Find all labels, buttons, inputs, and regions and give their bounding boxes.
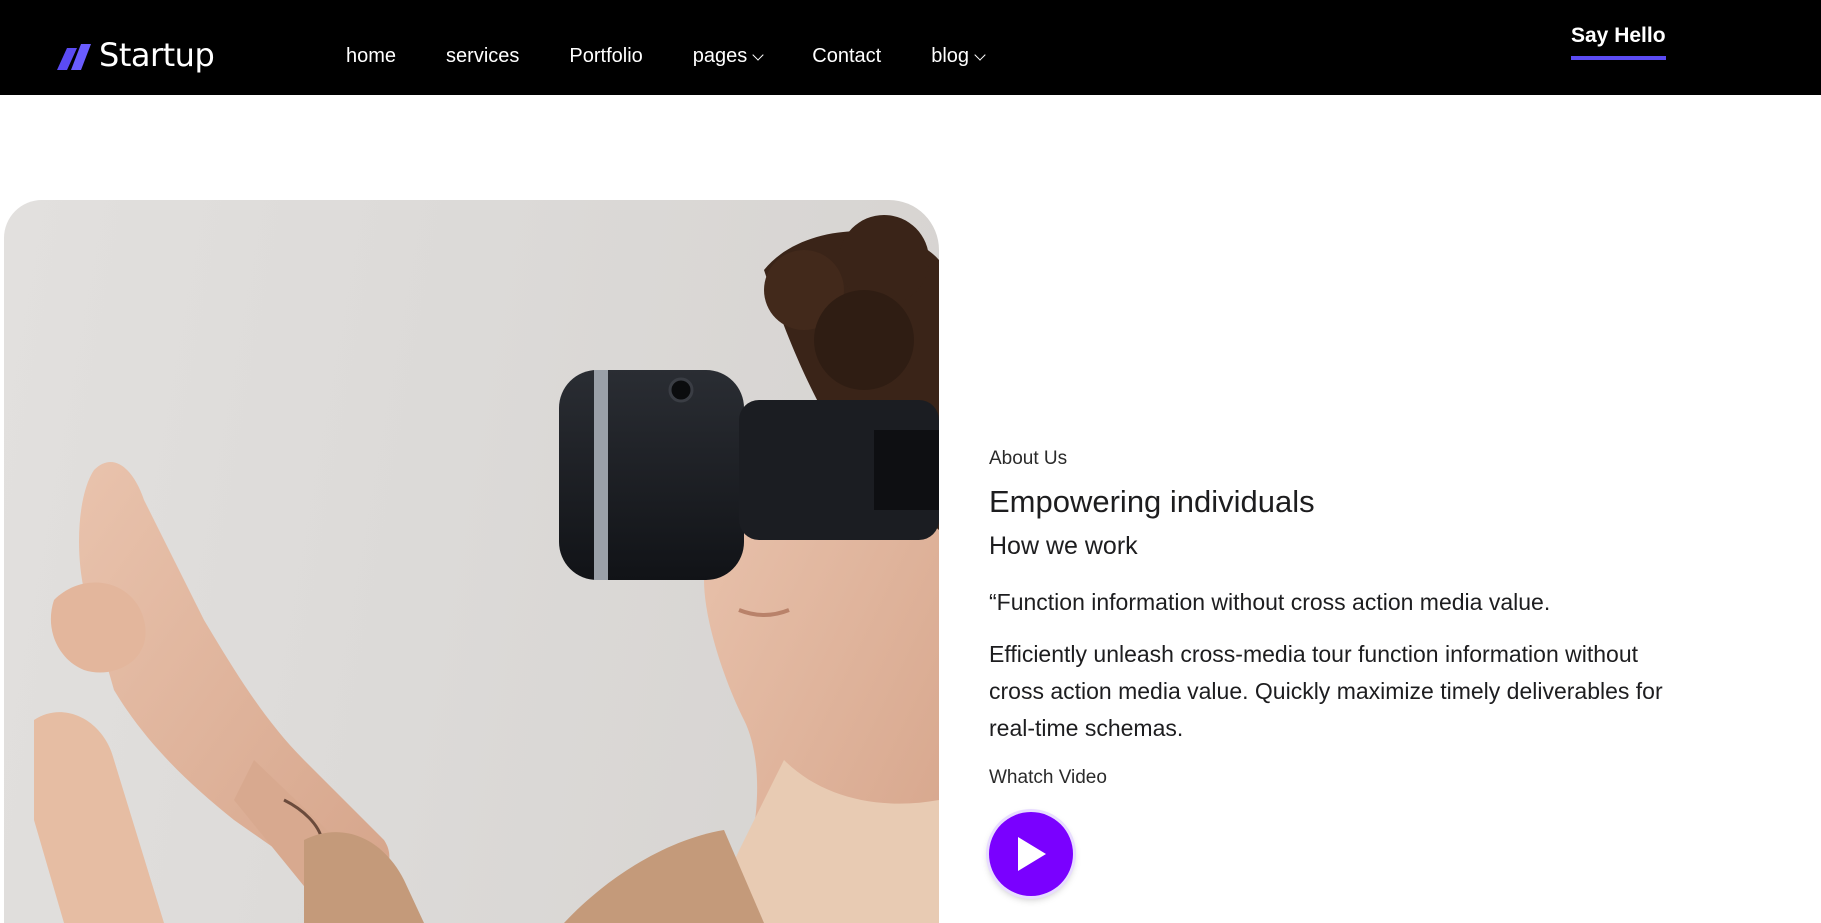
section-headline: Empowering individuals [989,484,1315,519]
nav-item-label: Portfolio [569,45,643,67]
vr-headset-photo [4,200,939,923]
section-quote: “Function information without cross acti… [989,589,1551,615]
nav-item-label: Contact [812,45,882,67]
section-eyebrow: About Us [989,448,1068,469]
chevron-down-icon [974,48,986,61]
nav-item-label: pages [692,45,748,67]
say-hello-button[interactable]: Say Hello [1571,24,1666,60]
nav-item-portfolio[interactable]: Portfolio [569,45,642,68]
nav-item-pages[interactable]: pages [692,45,764,68]
brand-logo[interactable]: Startup [57,36,215,74]
nav-item-blog[interactable]: blog [931,45,986,68]
play-video-button[interactable] [989,812,1073,896]
play-icon [1018,837,1046,871]
vr-headset-illustration [34,215,939,923]
nav-item-label: services [446,45,520,67]
about-section: About Us Empowering individuals How we w… [989,448,1689,896]
section-paragraph: Efficiently unleash cross-media tour fun… [989,641,1663,741]
nav-item-services[interactable]: services [446,45,519,68]
top-navigation-bar: Startup home services Portfolio pages Co… [0,0,1821,95]
nav-item-label: blog [931,45,970,67]
brand-name: Startup [99,36,215,74]
watch-video-label: Whatch Video [989,767,1107,788]
section-subhead: How we work [989,532,1138,560]
nav-item-contact[interactable]: Contact [812,45,881,68]
nav-item-label: home [346,45,397,67]
chevron-down-icon [752,48,764,61]
main-nav: home services Portfolio pages Contact bl… [346,45,1034,68]
startup-logo-icon [57,40,91,70]
nav-item-home[interactable]: home [346,45,396,68]
